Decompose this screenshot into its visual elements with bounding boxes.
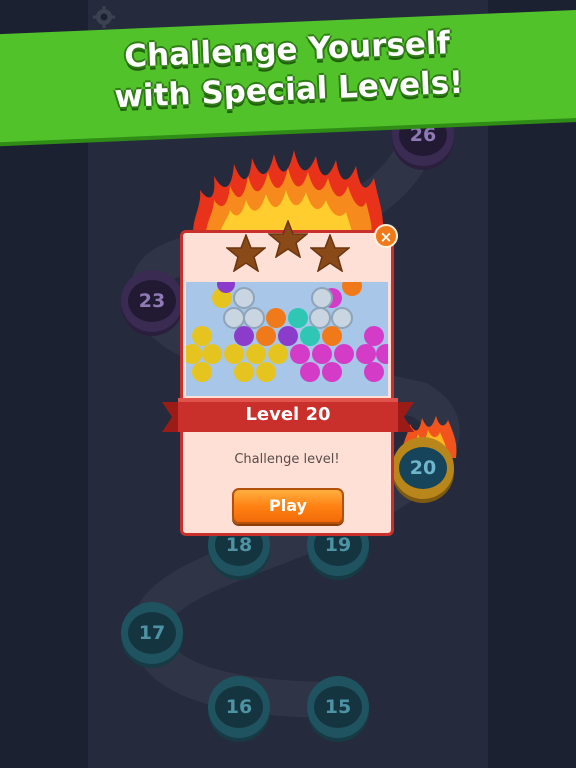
level-node-16[interactable]: 16: [208, 676, 270, 738]
star-icon: [226, 234, 266, 272]
gear-icon[interactable]: [93, 6, 115, 28]
star-icon: [268, 220, 308, 258]
level-title: Level 20: [245, 404, 331, 425]
level-node-23[interactable]: 23: [121, 270, 183, 332]
level-node-20[interactable]: 20: [392, 437, 454, 499]
level-number: 15: [314, 686, 362, 728]
bubble-preview: [186, 282, 388, 382]
level-node-17[interactable]: 17: [121, 602, 183, 664]
level-number: 16: [215, 686, 263, 728]
star-icon: [310, 234, 350, 272]
close-button[interactable]: ×: [374, 224, 398, 248]
level-description: Challenge level!: [234, 452, 340, 467]
play-button[interactable]: Play: [232, 488, 344, 524]
level-number: 17: [128, 612, 176, 654]
level-number: 23: [128, 280, 176, 322]
level-node-15[interactable]: 15: [307, 676, 369, 738]
level-preview-image: [186, 282, 388, 396]
level-number: 20: [399, 447, 447, 489]
